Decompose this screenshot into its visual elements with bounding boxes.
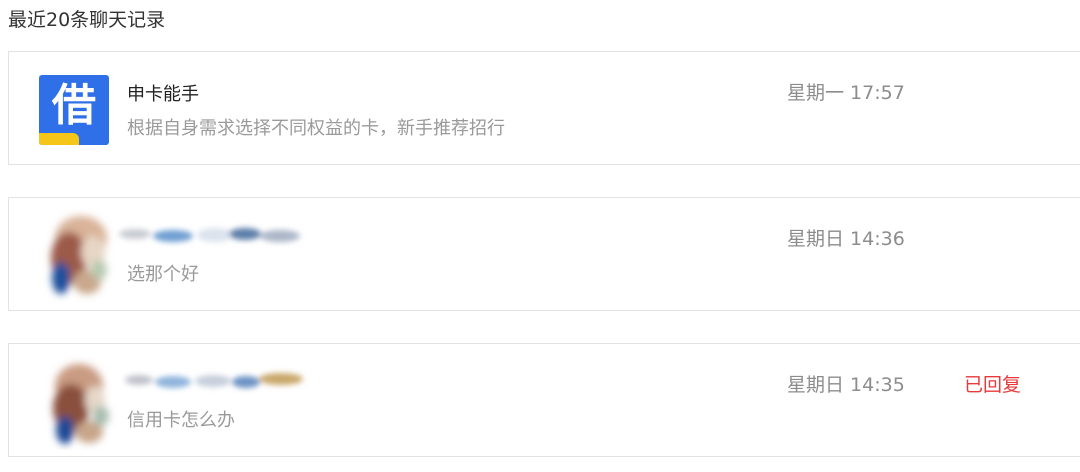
avatar-glyph: 借 [52,80,96,131]
blurred-avatar-icon [53,364,109,444]
avatar-badge [39,133,79,145]
blurred-name [119,228,300,242]
replied-status: 已回复 [964,374,1022,396]
brand-logo-icon: 借 [39,75,109,145]
chat-snippet: 选那个好 [127,264,199,285]
chat-time: 星期日 14:35 [787,374,905,396]
chat-item[interactable]: 借 申卡能手 根据自身需求选择不同权益的卡，新手推荐招行 星期一 17:57 [8,51,1080,165]
chat-item[interactable]: 选那个好 星期日 14:36 [8,197,1080,311]
chat-item[interactable]: 信用卡怎么办 星期日 14:35 已回复 [8,343,1080,457]
chat-time: 星期一 17:57 [787,82,905,104]
blurred-avatar-icon [51,216,107,294]
section-title: 最近20条聊天记录 [8,9,166,31]
chat-name: 申卡能手 [127,84,199,105]
blurred-name [125,373,303,388]
chat-snippet: 信用卡怎么办 [127,410,235,431]
chat-snippet: 根据自身需求选择不同权益的卡，新手推荐招行 [127,118,505,139]
chat-time: 星期日 14:36 [787,228,905,250]
chat-history-page: 最近20条聊天记录 借 申卡能手 根据自身需求选择不同权益的卡，新手推荐招行 星… [0,0,1080,472]
